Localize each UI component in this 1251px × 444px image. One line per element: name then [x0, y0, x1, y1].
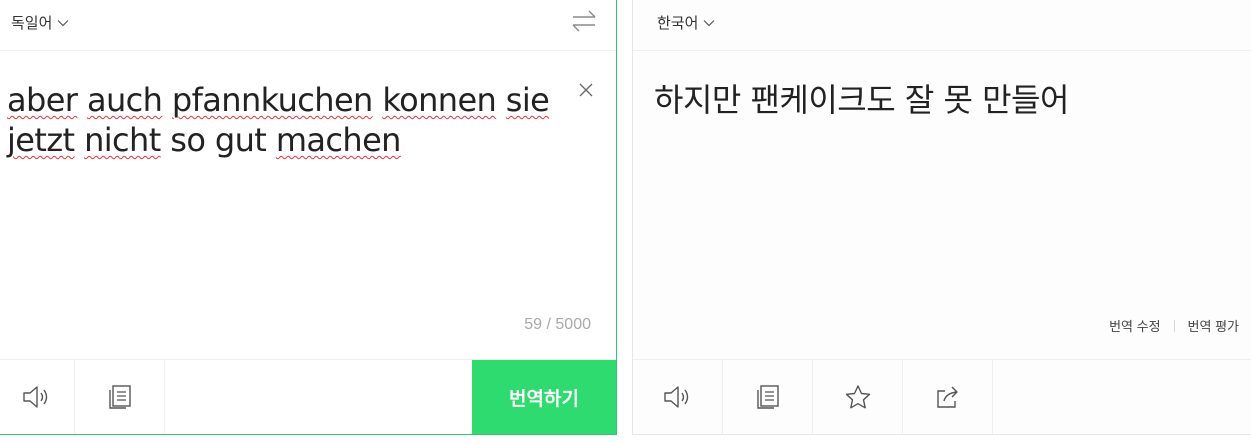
- target-speaker-button[interactable]: [633, 360, 723, 434]
- edit-translation-link[interactable]: 번역 수정: [1109, 316, 1160, 335]
- source-word: nicht: [84, 121, 161, 159]
- source-word: aber: [7, 81, 78, 119]
- source-word: konnen: [382, 81, 497, 119]
- source-panel: 독일어 aber auch pfannkuchen konnen sie jet…: [0, 0, 617, 435]
- favorite-button[interactable]: [813, 360, 903, 434]
- source-word: jetzt: [7, 121, 75, 159]
- translation-feedback: 번역 수정 번역 평가: [1109, 316, 1239, 335]
- target-language-select[interactable]: 한국어: [657, 12, 715, 33]
- translate-button[interactable]: 번역하기: [472, 360, 616, 434]
- target-toolbar: [633, 359, 1251, 434]
- chevron-down-icon: [703, 19, 715, 26]
- target-panel: 한국어 하지만 팬케이크도 잘 못 만들어 번역 수정 번역 평가: [632, 0, 1251, 435]
- source-language-select[interactable]: 독일어: [11, 12, 69, 33]
- source-speaker-button[interactable]: [0, 360, 75, 434]
- target-language-label: 한국어: [657, 15, 699, 32]
- speaker-icon: [23, 386, 48, 408]
- copy-icon: [756, 385, 779, 409]
- rate-translation-link[interactable]: 번역 평가: [1188, 316, 1239, 335]
- source-header: 독일어: [0, 0, 616, 51]
- chevron-down-icon: [57, 19, 69, 26]
- star-icon: [845, 385, 870, 409]
- source-language-label: 독일어: [11, 15, 53, 32]
- translation-output: 하지만 팬케이크도 잘 못 만들어: [654, 81, 1069, 119]
- source-copy-button[interactable]: [75, 360, 165, 434]
- copy-icon: [108, 385, 131, 409]
- share-button[interactable]: [903, 360, 993, 434]
- target-copy-button[interactable]: [723, 360, 813, 434]
- source-text-area[interactable]: aber auch pfannkuchen konnen sie jetzt n…: [7, 80, 567, 160]
- feedback-divider: [1173, 319, 1175, 332]
- share-icon: [936, 386, 958, 408]
- source-word: gut: [214, 121, 267, 159]
- source-word: machen: [275, 121, 402, 159]
- source-word: sie: [505, 81, 550, 119]
- source-word: so: [170, 121, 206, 159]
- source-toolbar: 번역하기: [0, 359, 616, 434]
- target-header: 한국어: [633, 0, 1251, 51]
- source-word: pfannkuchen: [171, 81, 373, 119]
- swap-languages-icon[interactable]: [570, 8, 598, 34]
- character-counter: 59 / 5000: [524, 316, 591, 333]
- source-word: auch: [86, 81, 163, 119]
- clear-text-icon[interactable]: [578, 82, 594, 98]
- speaker-icon: [663, 386, 688, 408]
